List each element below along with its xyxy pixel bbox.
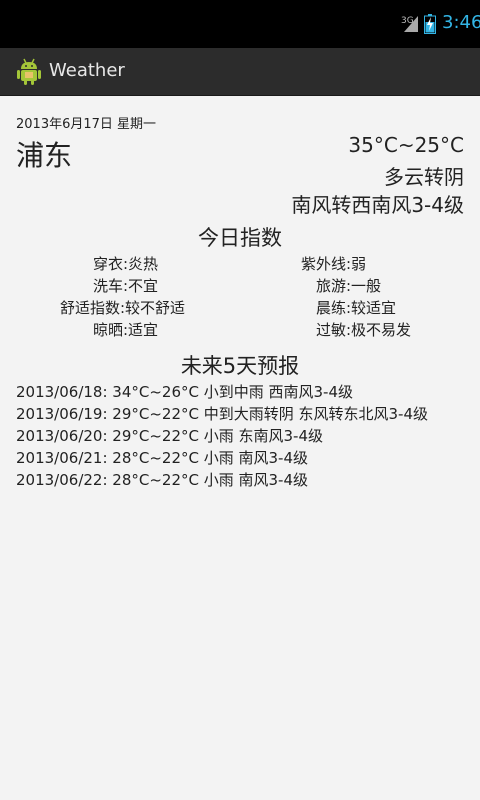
- index-comfort: 舒适指数:较不舒适: [60, 299, 186, 317]
- status-bar: 3G 3:46: [0, 0, 480, 48]
- indices-title: 今日指数: [198, 226, 282, 250]
- weather-description: 多云转阴: [384, 165, 464, 189]
- index-morning-exercise: 晨练:较适宜: [316, 299, 397, 317]
- clock: 3:46: [442, 12, 480, 33]
- index-dressing: 穿衣:炎热: [93, 255, 159, 273]
- index-allergy: 过敏:极不易发: [316, 321, 412, 339]
- signal-icon: [404, 16, 418, 32]
- battery-charging-icon: [424, 14, 436, 34]
- temperature-range: 35°C~25°C: [348, 133, 464, 157]
- forecast-day: 2013/06/21: 28°C~22°C 小雨 南风3-4级: [16, 449, 309, 467]
- index-uv: 紫外线:弱: [301, 255, 367, 273]
- forecast-day: 2013/06/19: 29°C~22°C 中到大雨转阴 东风转东北风3-4级: [16, 405, 429, 423]
- index-car-wash: 洗车:不宜: [93, 277, 159, 295]
- android-icon[interactable]: [16, 58, 42, 86]
- action-bar: Weather: [0, 48, 480, 96]
- wind-description: 南风转西南风3-4级: [291, 193, 464, 217]
- forecast-day: 2013/06/20: 29°C~22°C 小雨 东南风3-4级: [16, 427, 324, 445]
- index-drying: 晾晒:适宜: [93, 321, 159, 339]
- forecast-day: 2013/06/22: 28°C~22°C 小雨 南风3-4级: [16, 471, 309, 489]
- forecast-day: 2013/06/18: 34°C~26°C 小到中雨 西南风3-4级: [16, 383, 354, 401]
- index-travel: 旅游:一般: [316, 277, 382, 295]
- current-date: 2013年6月17日 星期一: [16, 117, 157, 132]
- city-name: 浦东: [16, 139, 73, 172]
- forecast-title: 未来5天预报: [180, 354, 300, 378]
- app-title: Weather: [49, 60, 125, 81]
